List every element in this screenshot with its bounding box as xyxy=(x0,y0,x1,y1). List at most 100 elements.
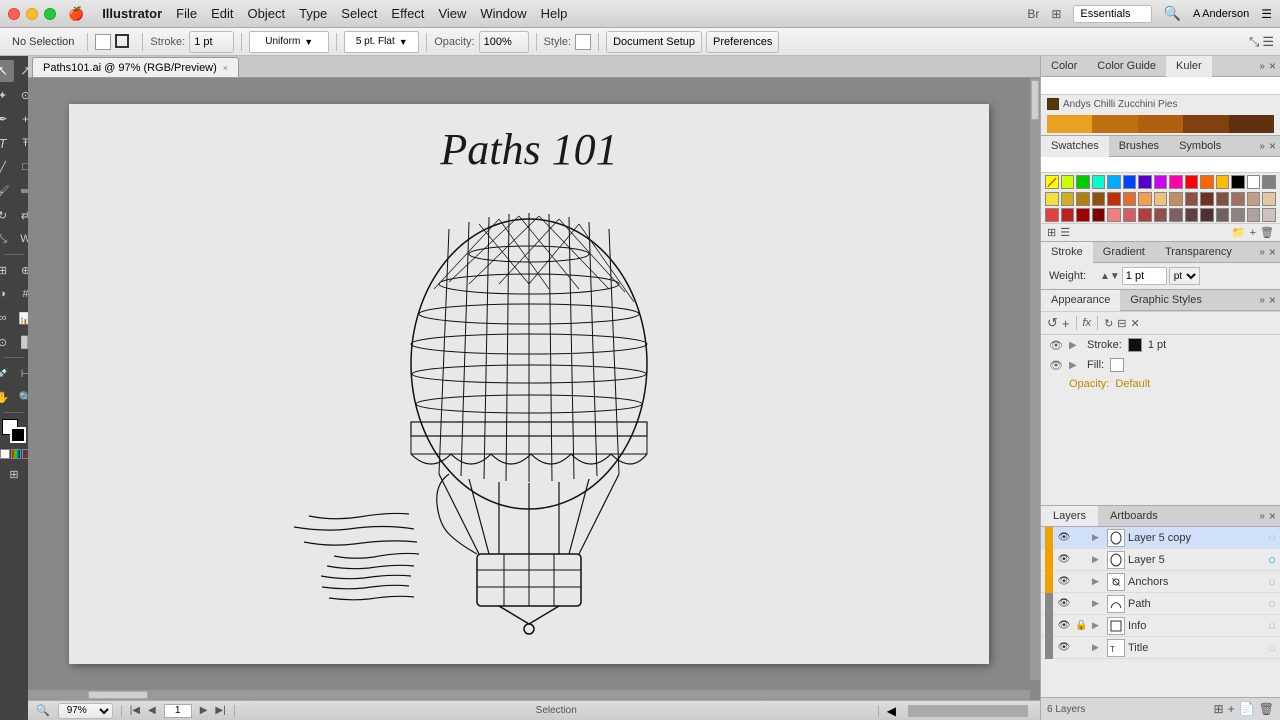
stroke-box[interactable] xyxy=(10,427,26,443)
weight-down-arrow[interactable]: ▲▼ xyxy=(1100,271,1120,282)
fill-swatch[interactable] xyxy=(95,34,111,50)
tab-layers[interactable]: Layers xyxy=(1041,506,1098,526)
workspace-selector[interactable]: Essentials xyxy=(1073,5,1151,23)
sw-r3-3[interactable] xyxy=(1076,208,1090,222)
menu-view[interactable]: View xyxy=(438,6,466,21)
sw-5[interactable] xyxy=(1107,175,1121,189)
sw-9[interactable] xyxy=(1169,175,1183,189)
sw-r3-12[interactable] xyxy=(1216,208,1230,222)
layer-eye-icon[interactable]: 👁 xyxy=(1056,598,1072,609)
delete-layer-icon[interactable]: 🗑 xyxy=(1259,702,1274,716)
color-panel-close[interactable]: × xyxy=(1269,59,1276,73)
stroke-cap-selector[interactable]: 5 pt. Flat ▼ xyxy=(344,31,419,53)
magic-wand-tool[interactable]: ✦ xyxy=(0,84,14,106)
last-page-button[interactable]: ▶| xyxy=(215,705,225,716)
sw-r2-14[interactable] xyxy=(1247,192,1261,206)
sw-r3-2[interactable] xyxy=(1061,208,1075,222)
vertical-scrollbar[interactable] xyxy=(1030,78,1040,680)
sw-r2-13[interactable] xyxy=(1231,192,1245,206)
sw-r2-3[interactable] xyxy=(1076,192,1090,206)
document-setup-button[interactable]: Document Setup xyxy=(606,31,702,53)
kuler-bar-5[interactable] xyxy=(1229,115,1274,133)
layout-icon[interactable]: ☰ xyxy=(1262,34,1274,50)
tab-swatches[interactable]: Swatches xyxy=(1041,136,1109,157)
line-tool[interactable]: ╱ xyxy=(0,156,14,178)
show-kind-icon[interactable]: ☰ xyxy=(1060,226,1070,239)
next-page-button[interactable]: ▶ xyxy=(200,705,208,716)
sw-r3-15[interactable] xyxy=(1262,208,1276,222)
symbol-sprayer-tool[interactable]: ⊙ xyxy=(0,331,14,353)
hand-tool[interactable]: ✋ xyxy=(0,386,14,408)
layer-item[interactable]: 👁 ▶ Anchors ○ xyxy=(1041,571,1280,593)
tab-transparency[interactable]: Transparency xyxy=(1155,242,1242,262)
layer-target-circle[interactable]: ○ xyxy=(1268,618,1276,633)
sw-14[interactable] xyxy=(1247,175,1261,189)
make-clipping-mask-icon[interactable]: ⊞ xyxy=(1214,702,1224,716)
weight-stepper[interactable]: ▲▼ pt xyxy=(1100,267,1200,285)
transform-icon[interactable]: ⤡ xyxy=(1249,34,1259,50)
layer-target-circle[interactable]: ○ xyxy=(1268,640,1276,655)
layer-eye-icon[interactable]: 👁 xyxy=(1056,576,1072,587)
swatch-library-icon[interactable]: ⊞ xyxy=(1047,226,1056,239)
eyedropper-tool[interactable]: 💉 xyxy=(0,362,14,384)
tab-brushes[interactable]: Brushes xyxy=(1109,136,1169,156)
tab-symbols[interactable]: Symbols xyxy=(1169,136,1231,156)
sw-r3-1[interactable] xyxy=(1045,208,1059,222)
type-tool[interactable]: T xyxy=(0,132,14,154)
stroke-style-selector[interactable]: Uniform ▼ xyxy=(249,31,329,53)
sw-3[interactable] xyxy=(1076,175,1090,189)
horizontal-scrollbar[interactable] xyxy=(28,690,1030,700)
stroke-panel-close[interactable]: × xyxy=(1269,245,1276,259)
app-clear-icon[interactable]: ✕ xyxy=(1131,317,1140,330)
kuler-bar-3[interactable] xyxy=(1138,115,1183,133)
stroke-weight-input[interactable] xyxy=(189,31,234,53)
layer-eye-icon[interactable]: 👁 xyxy=(1056,642,1072,653)
color-panel-expand[interactable]: » xyxy=(1259,61,1265,72)
notifications-icon[interactable]: ☰ xyxy=(1261,7,1272,21)
sw-12[interactable] xyxy=(1216,175,1230,189)
selection-tool[interactable]: ↖ xyxy=(0,60,14,82)
sw-r2-8[interactable] xyxy=(1154,192,1168,206)
stroke-visibility-eye[interactable]: 👁 xyxy=(1049,339,1063,352)
stroke-expand-arrow[interactable]: ▶ xyxy=(1069,340,1081,351)
layer-item[interactable]: 👁 ▶ Path ○ xyxy=(1041,593,1280,615)
kuler-swatch-1[interactable] xyxy=(1047,98,1059,110)
arrange-icon[interactable]: ⊞ xyxy=(1051,7,1061,21)
delete-swatch-icon[interactable]: 🗑 xyxy=(1260,226,1274,239)
sw-r2-12[interactable] xyxy=(1216,192,1230,206)
layer-name[interactable]: Path xyxy=(1128,598,1265,610)
tab-graphic-styles[interactable]: Graphic Styles xyxy=(1120,290,1212,310)
fill-stroke-selector[interactable] xyxy=(2,419,26,443)
app-panel-close[interactable]: × xyxy=(1269,293,1276,307)
layer-item[interactable]: 👁 🔒 ▶ Info ○ xyxy=(1041,615,1280,637)
document-tab[interactable]: Paths101.ai @ 97% (RGB/Preview) × xyxy=(32,57,239,77)
layer-lock-icon[interactable]: 🔒 xyxy=(1075,620,1089,631)
sw-r3-8[interactable] xyxy=(1154,208,1168,222)
sw-r2-4[interactable] xyxy=(1092,192,1106,206)
blend-tool[interactable]: ∞ xyxy=(0,307,14,329)
sw-r3-7[interactable] xyxy=(1138,208,1152,222)
sw-r2-5[interactable] xyxy=(1107,192,1121,206)
gradient-icon[interactable] xyxy=(11,449,21,459)
pen-tool[interactable]: ✒ xyxy=(0,108,14,130)
opacity-appearance-value[interactable]: Default xyxy=(1115,378,1150,390)
opacity-input[interactable] xyxy=(479,31,529,53)
search-icon[interactable]: 🔍 xyxy=(1164,5,1181,22)
app-reduce-icon[interactable]: ⊟ xyxy=(1117,317,1126,330)
layer-eye-icon[interactable]: 👁 xyxy=(1056,554,1072,565)
warp-tool[interactable]: ⤡ xyxy=(0,228,14,250)
add-new-fill-icon[interactable]: + xyxy=(1062,316,1070,331)
sw-r3-13[interactable] xyxy=(1231,208,1245,222)
layer-toggle-arrow[interactable]: ▶ xyxy=(1092,554,1104,565)
prev-page-button[interactable]: ◀ xyxy=(148,705,156,716)
sw-r3-9[interactable] xyxy=(1169,208,1183,222)
new-color-group-icon[interactable]: 📁 xyxy=(1232,226,1246,239)
swatches-panel-expand[interactable]: » xyxy=(1259,141,1265,152)
first-page-button[interactable]: |◀ xyxy=(130,705,140,716)
menu-help[interactable]: Help xyxy=(541,6,568,21)
stroke-panel-expand[interactable]: » xyxy=(1259,247,1265,258)
h-scroll-thumb[interactable] xyxy=(88,691,148,699)
swatches-search[interactable] xyxy=(1041,157,1280,173)
add-new-stroke-icon[interactable]: ↺ xyxy=(1047,315,1058,331)
sw-r3-10[interactable] xyxy=(1185,208,1199,222)
